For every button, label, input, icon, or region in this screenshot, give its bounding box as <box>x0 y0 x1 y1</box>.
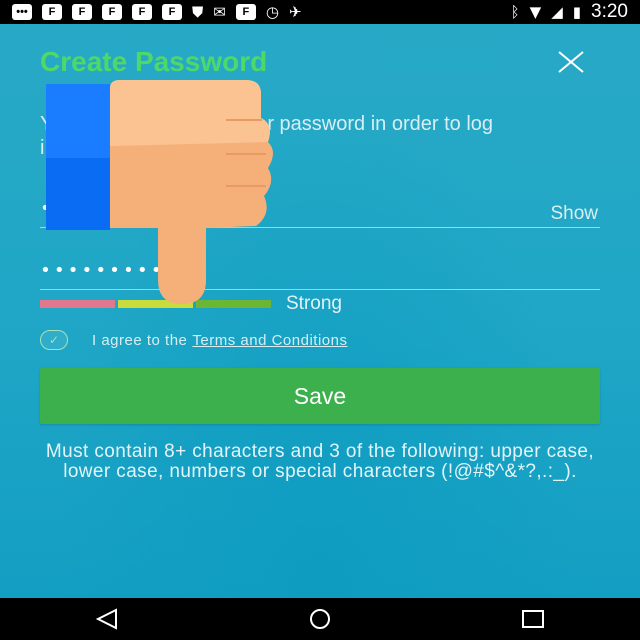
navigation-bar <box>0 598 640 640</box>
flipboard-icon: F <box>162 4 182 20</box>
save-button[interactable]: Save <box>40 368 600 424</box>
thumbs-down-icon <box>46 80 273 305</box>
strength-label: Strong <box>286 293 342 314</box>
system-icons: ᛒ ▼ ◢ ▮ 3:20 <box>511 1 628 23</box>
satellite-icon: ✈ <box>288 2 302 21</box>
agree-checkbox[interactable]: ✓ <box>40 330 68 350</box>
recents-icon <box>522 610 545 628</box>
message-icon: ••• <box>12 4 32 20</box>
show-password-toggle[interactable]: Show <box>550 203 598 225</box>
signal-icon: ◢ <box>551 2 563 21</box>
create-password-screen: Create Password Yr password in order to … <box>0 24 640 598</box>
flipboard-icon: F <box>235 4 256 20</box>
flipboard-icon: F <box>132 4 152 20</box>
flipboard-icon: F <box>102 4 122 20</box>
status-bar: ••• F F F F F ⛊ ✉ F ◷ ✈ ᛒ ▼ ◢ ▮ 3:20 <box>0 0 640 24</box>
flipboard-icon: F <box>72 4 92 20</box>
battery-icon: ▮ <box>572 2 582 21</box>
notification-icons: ••• F F F F F ⛊ ✉ F ◷ ✈ <box>12 4 302 20</box>
terms-link[interactable]: Terms and Conditions <box>192 332 347 349</box>
subtitle-fragment: r password in order to log <box>267 113 494 135</box>
subtitle-fragment: i <box>40 137 45 159</box>
clock: 3:20 <box>591 1 628 22</box>
wifi-icon: ▼ <box>529 2 542 21</box>
back-button[interactable] <box>87 604 127 634</box>
shield-icon: ⛊ <box>192 2 204 21</box>
home-button[interactable] <box>300 604 340 634</box>
password-requirements-hint: Must contain 8+ characters and 3 of the … <box>45 441 595 482</box>
close-icon[interactable] <box>554 50 588 74</box>
bluetooth-icon: ᛒ <box>510 2 520 21</box>
email-icon: ✉ <box>213 2 226 21</box>
agree-label: I agree to the <box>92 331 188 349</box>
terms-agreement: ✓ I agree to the Terms and Conditions <box>40 328 347 352</box>
home-icon <box>309 609 330 629</box>
flipboard-icon: F <box>42 4 62 20</box>
recents-button[interactable] <box>513 604 553 634</box>
back-icon <box>95 608 117 630</box>
alarm-icon: ◷ <box>265 2 279 21</box>
